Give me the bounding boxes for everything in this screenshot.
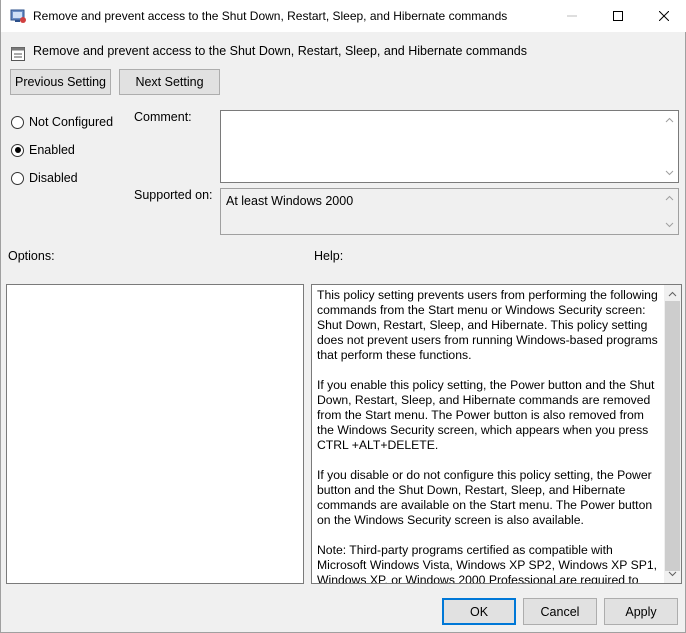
help-label: Help: xyxy=(314,249,344,263)
window-title: Remove and prevent access to the Shut Do… xyxy=(33,9,508,23)
previous-setting-button[interactable]: Previous Setting xyxy=(10,69,111,95)
comment-label: Comment: xyxy=(134,110,192,124)
supported-on-label: Supported on: xyxy=(134,188,213,202)
supported-on-field: At least Windows 2000 xyxy=(220,188,679,235)
cancel-button[interactable]: Cancel xyxy=(523,598,597,625)
apply-button[interactable]: Apply xyxy=(604,598,678,625)
help-scrollbar[interactable] xyxy=(664,285,681,583)
radio-label: Disabled xyxy=(29,171,78,185)
help-paragraph: If you disable or do not configure this … xyxy=(317,468,653,527)
radio-circle[interactable] xyxy=(11,115,24,129)
scroll-up-icon xyxy=(665,117,674,123)
scroll-up-icon xyxy=(668,291,677,297)
scroll-down-icon xyxy=(665,222,674,228)
policy-dialog: Remove and prevent access to the Shut Do… xyxy=(0,0,686,633)
radio-circle[interactable] xyxy=(11,171,24,185)
next-setting-button[interactable]: Next Setting xyxy=(119,69,220,95)
title-bar[interactable]: Remove and prevent access to the Shut Do… xyxy=(1,0,686,32)
maximize-button[interactable] xyxy=(595,0,641,32)
supported-on-value: At least Windows 2000 xyxy=(226,194,354,208)
radio-enabled[interactable]: Enabled xyxy=(11,141,75,159)
policy-icon xyxy=(10,8,26,24)
radio-circle[interactable] xyxy=(11,143,24,157)
scroll-thumb[interactable] xyxy=(665,301,680,571)
radio-label: Not Configured xyxy=(29,115,114,129)
ok-button[interactable]: OK xyxy=(442,598,516,625)
close-button[interactable] xyxy=(641,0,686,32)
setting-title: Remove and prevent access to the Shut Do… xyxy=(33,44,528,58)
supported-scrollbar[interactable] xyxy=(661,189,678,234)
help-paragraph: This policy setting prevents users from … xyxy=(317,288,658,362)
help-text: This policy setting prevents users from … xyxy=(317,288,662,584)
minimize-button[interactable] xyxy=(549,0,595,32)
help-paragraph: Note: Third-party programs certified as … xyxy=(317,543,658,584)
close-icon xyxy=(659,11,669,21)
options-pane[interactable] xyxy=(6,284,304,584)
options-label: Options: xyxy=(8,249,55,263)
scroll-up-icon xyxy=(665,195,674,201)
comment-textarea[interactable] xyxy=(220,110,679,183)
help-paragraph: If you enable this policy setting, the P… xyxy=(317,378,655,452)
comment-scrollbar[interactable] xyxy=(661,111,678,182)
radio-not-configured[interactable]: Not Configured xyxy=(11,113,113,131)
radio-disabled[interactable]: Disabled xyxy=(11,169,78,187)
scroll-down-icon xyxy=(668,571,677,577)
radio-label: Enabled xyxy=(29,143,75,157)
scroll-down-icon xyxy=(665,170,674,176)
setting-icon xyxy=(10,46,26,62)
help-pane[interactable]: This policy setting prevents users from … xyxy=(311,284,682,584)
